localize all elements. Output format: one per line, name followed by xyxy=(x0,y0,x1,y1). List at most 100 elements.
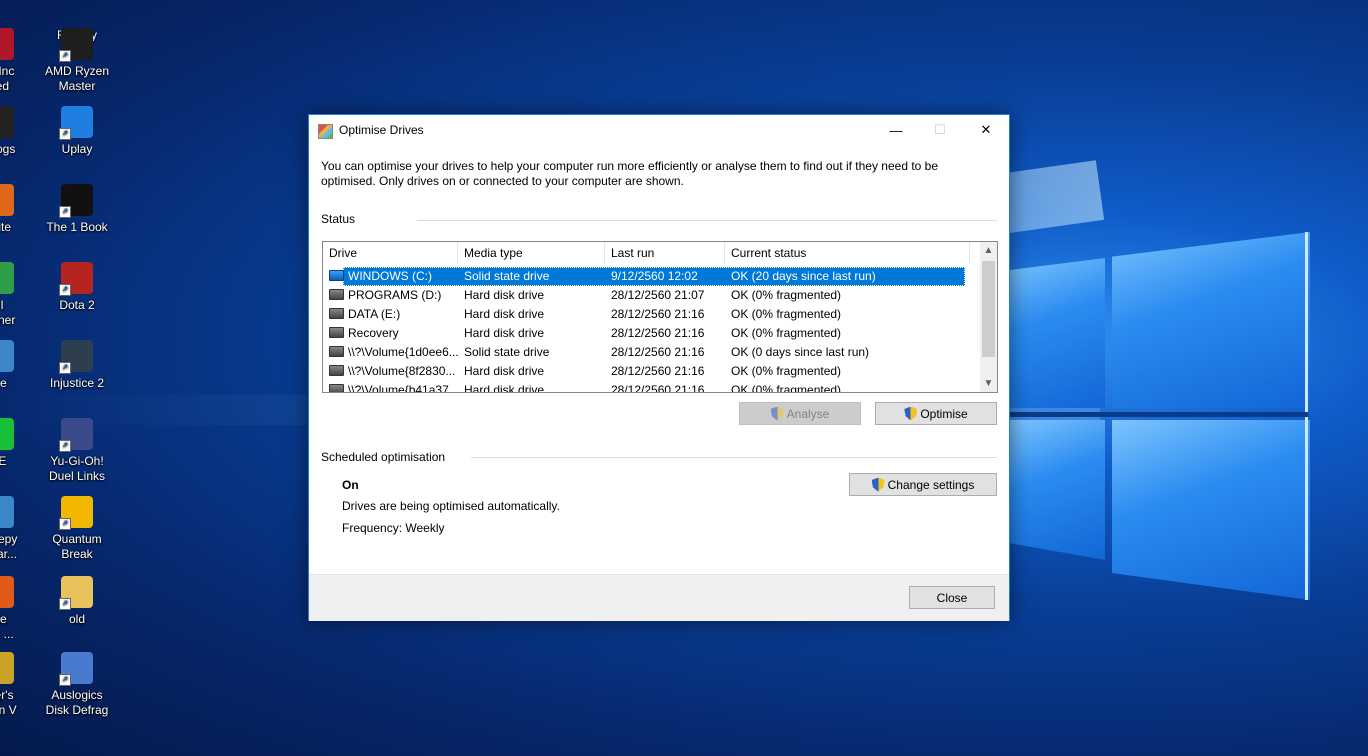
status-divider xyxy=(417,220,997,221)
column-header-current-status[interactable]: Current status xyxy=(725,242,970,264)
desktop-shortcut-label: leier's ation V xyxy=(0,688,17,717)
desktop-shortcut-label: Quantum Break xyxy=(52,532,102,561)
analyse-label: Analyse xyxy=(786,406,830,421)
column-header-last-run[interactable]: Last run xyxy=(605,242,725,264)
drive-cell-last-run: 28/12/2560 21:16 xyxy=(605,381,725,393)
app-shortcut-icon: ↗ xyxy=(0,340,14,372)
drive-cell-status: OK (20 days since last run) xyxy=(725,267,970,286)
wallpaper-pane-divider xyxy=(1010,412,1308,417)
title-bar[interactable]: Optimise Drives — ☐ ✕ xyxy=(309,115,1009,145)
drive-row[interactable]: DATA (E:) Hard disk drive 28/12/2560 21:16… xyxy=(323,305,983,324)
scroll-thumb[interactable] xyxy=(982,261,995,357)
drive-cell-text: Recovery xyxy=(348,326,399,340)
desktop-shortcut[interactable]: ↗ NE xyxy=(0,418,36,469)
desktop-shortcut-label: old xyxy=(68,612,85,626)
drives-list-scrollbar[interactable]: ▲ ▼ xyxy=(980,242,997,392)
desktop-shortcut-label: Creepy e Par... xyxy=(0,532,18,561)
minimize-button[interactable]: — xyxy=(873,115,919,145)
column-header-media-type[interactable]: Media type xyxy=(458,242,605,264)
desktop-shortcut[interactable]: ↗ Quantum Break xyxy=(39,496,115,562)
drive-cell-text: OK (0% fragmented) xyxy=(731,288,842,302)
desktop-shortcut[interactable]: ↗ lerite xyxy=(0,184,36,235)
scheduled-divider xyxy=(471,457,997,458)
uac-shield-icon xyxy=(871,477,885,492)
drive-cell-status: OK (0% fragmented) xyxy=(725,362,970,381)
drive-icon xyxy=(329,327,344,339)
desktop-shortcut-label: AMD Ryzen Master xyxy=(44,64,109,93)
drives-list[interactable]: Drive Media type Last run Current status… xyxy=(322,241,998,393)
desktop-shortcut[interactable]: ↗ _Dogs xyxy=(0,106,36,157)
desktop-shortcut[interactable]: ↗ Yu-Gi-Oh! Duel Links xyxy=(39,418,115,484)
app-shortcut-icon: ↗ xyxy=(59,184,93,218)
desktop-shortcut-label: SI ourner xyxy=(0,298,16,327)
desktop-shortcut[interactable]: ↗ Dota 2 xyxy=(39,262,115,313)
wallpaper-pane xyxy=(1010,420,1105,560)
desktop-shortcut[interactable]: ↗ Creepy e Par... xyxy=(0,496,36,562)
close-icon: ✕ xyxy=(980,122,992,137)
change-settings-button[interactable]: Change settings xyxy=(849,473,997,496)
optimise-button[interactable]: Optimise xyxy=(875,402,997,425)
scroll-down-icon[interactable]: ▼ xyxy=(980,375,997,392)
drive-cell-media: Hard disk drive xyxy=(458,324,605,343)
drive-cell-text: \\?\Volume{8f2830... xyxy=(348,364,456,378)
drive-row[interactable]: PROGRAMS (D:) Hard disk drive 28/12/2560 2… xyxy=(323,286,983,305)
shortcut-arrow-icon: ↗ xyxy=(59,50,71,62)
column-header-drive[interactable]: Drive xyxy=(323,242,458,264)
close-window-button[interactable]: ✕ xyxy=(963,115,1009,145)
change-settings-label: Change settings xyxy=(887,477,975,492)
desktop-shortcut-label: Auslogics Disk Defrag xyxy=(45,688,109,717)
drive-cell-drive: Recovery xyxy=(323,324,458,343)
desktop-shortcut[interactable]: ↗ SI ourner xyxy=(0,262,36,328)
desktop-shortcut[interactable]: ↗ The 1 Book xyxy=(39,184,115,235)
drive-cell-text: \\?\Volume{1d0ee6... xyxy=(348,345,458,359)
shortcut-arrow-icon: ↗ xyxy=(59,518,71,530)
drive-cell-text: OK (0% fragmented) xyxy=(731,326,842,340)
desktop-shortcut[interactable]: ↗ old xyxy=(39,576,115,627)
desktop-shortcut[interactable]: ↗ Injustice 2 xyxy=(39,340,115,391)
shortcut-arrow-icon: ↗ xyxy=(59,128,71,140)
drive-row[interactable]: \\?\Volume{1d0ee6... Solid state drive 28/… xyxy=(323,343,983,362)
drive-cell-text: Solid state drive xyxy=(464,269,550,283)
drive-cell-media: Hard disk drive xyxy=(458,381,605,392)
desktop-shortcut-label: ue Inc lved xyxy=(0,64,15,93)
drive-cell-text: Hard disk drive xyxy=(464,364,545,378)
desktop-shortcut[interactable]: ↗ ue Inc lved xyxy=(0,28,36,94)
desktop-shortcut-label: Injustice 2 xyxy=(49,376,105,390)
minimize-icon: — xyxy=(889,122,903,138)
close-button[interactable]: Close xyxy=(909,586,995,609)
maximize-button[interactable]: ☐ xyxy=(917,115,963,145)
app-shortcut-icon: ↗ xyxy=(0,184,14,216)
drive-row[interactable]: \\?\Volume{b41a37... Hard disk drive 28/12… xyxy=(323,381,983,393)
drive-row[interactable]: WINDOWS (C:) Solid state drive 9/12/2560 1… xyxy=(323,267,983,286)
shortcut-arrow-icon: ↗ xyxy=(59,206,71,218)
desktop-shortcut[interactable]: ↗ leier's ation V xyxy=(0,652,36,718)
wallpaper-pane xyxy=(1112,420,1310,600)
desktop-shortcut[interactable]: ↗ AMD Ryzen Master xyxy=(39,28,115,94)
drive-cell-status: OK (0% fragmented) xyxy=(725,286,970,305)
analyse-button[interactable]: Analyse xyxy=(739,402,861,425)
desktop-shortcut-label: Dota 2 xyxy=(59,298,95,312)
drive-cell-text: 28/12/2560 21:16 xyxy=(611,383,705,393)
intro-text: You can optimise your drives to help you… xyxy=(321,159,939,188)
drive-row[interactable]: \\?\Volume{8f2830... Hard disk drive 28/12… xyxy=(323,362,983,381)
drive-icon xyxy=(329,365,344,377)
drive-cell-text: OK (0% fragmented) xyxy=(731,383,842,393)
desktop-shortcut[interactable]: ↗ Uplay xyxy=(39,106,115,157)
wallpaper-pane xyxy=(1010,258,1105,408)
app-shortcut-icon: ↗ xyxy=(59,340,93,374)
app-shortcut-icon: ↗ xyxy=(0,106,14,138)
desktop-shortcut-label: Yu-Gi-Oh! Duel Links xyxy=(48,454,106,483)
drive-cell-text: Hard disk drive xyxy=(464,307,545,321)
app-shortcut-icon: ↗ xyxy=(59,418,93,452)
desktop-shortcut-label: Uplay xyxy=(61,142,93,156)
app-shortcut-icon: ↗ xyxy=(59,496,93,530)
scroll-up-icon[interactable]: ▲ xyxy=(980,242,997,259)
drive-cell-status: OK (0% fragmented) xyxy=(725,324,970,343)
app-shortcut-icon: ↗ xyxy=(59,576,93,610)
desktop-shortcut[interactable]: ↗ ore ctic ... xyxy=(0,576,36,642)
desktop-shortcut[interactable]: ↗ Auslogics Disk Defrag xyxy=(39,652,115,718)
shortcut-arrow-icon: ↗ xyxy=(59,598,71,610)
drive-cell-text: OK (0% fragmented) xyxy=(731,364,842,378)
desktop-shortcut[interactable]: ↗ ore xyxy=(0,340,36,391)
drive-row[interactable]: Recovery Hard disk drive 28/12/2560 21:16 O… xyxy=(323,324,983,343)
